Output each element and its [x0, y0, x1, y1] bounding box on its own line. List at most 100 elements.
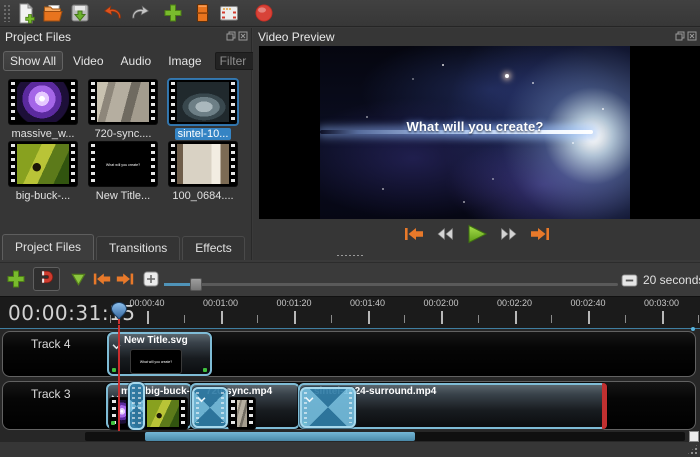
record-circle-icon	[253, 2, 275, 24]
video-overlay-text: What will you create?	[320, 119, 630, 134]
timeline-ruler[interactable]: 00:00:31:15 00:00:4000:01:0000:01:2000:0…	[0, 296, 700, 328]
splitter-handle[interactable]	[336, 254, 364, 257]
project-file-item-selected[interactable]: sintel-10...	[163, 80, 243, 142]
fullscreen-button[interactable]	[216, 1, 241, 26]
clip-thumbnail: What will you create?	[130, 349, 182, 374]
ruler-major-tick	[368, 311, 370, 324]
new-project-button[interactable]	[13, 1, 38, 26]
close-panel-icon[interactable]	[687, 31, 697, 41]
magnet-icon	[38, 269, 56, 290]
choose-profile-button[interactable]	[189, 1, 214, 26]
tab-effects[interactable]: Effects	[182, 236, 244, 260]
float-panel-icon[interactable]	[675, 31, 685, 41]
ruler-time-label: 00:03:00	[632, 298, 692, 308]
center-on-playhead-button[interactable]	[143, 271, 159, 292]
fast-forward-button[interactable]	[499, 226, 519, 245]
resize-grip[interactable]	[686, 443, 699, 456]
ruler-major-tick	[147, 311, 149, 324]
clip-trim-edge[interactable]	[602, 383, 607, 429]
effect-indicator	[111, 421, 115, 425]
center-playhead-icon	[143, 274, 159, 291]
ruler-time-label: 00:01:20	[264, 298, 324, 308]
project-file-item[interactable]: 720-sync....	[83, 80, 163, 142]
previous-marker-button[interactable]	[92, 271, 112, 292]
zoom-slider-handle[interactable]	[190, 278, 202, 291]
project-file-item[interactable]: What will you create? New Title...	[83, 142, 163, 204]
file-label: big-buck-...	[13, 190, 73, 202]
ruler-minor-tick	[404, 315, 405, 323]
add-track-button[interactable]	[5, 268, 27, 295]
play-icon	[465, 224, 489, 247]
project-file-item[interactable]: massive_w...	[3, 80, 83, 142]
video-preview-screen[interactable]: What will you create?	[259, 46, 700, 219]
panel-title: Project Files	[5, 30, 71, 44]
snapping-toggle-button[interactable]	[33, 267, 60, 291]
bright-star	[505, 74, 509, 78]
timeline-tracks-area: Track 4 Track 3 New Title.svg What will …	[0, 328, 700, 442]
ruler-major-tick	[662, 311, 664, 324]
file-label: New Title...	[93, 190, 153, 202]
filter-image-button[interactable]: Image	[161, 51, 208, 71]
transition-sintel[interactable]	[300, 387, 356, 428]
save-icon	[69, 2, 91, 24]
import-files-button[interactable]	[160, 1, 185, 26]
transition-720[interactable]	[192, 387, 228, 428]
rewind-icon	[435, 226, 455, 245]
timeline-hscrollbar[interactable]	[85, 432, 685, 441]
file-thumbnail	[9, 80, 77, 124]
filter-video-button[interactable]: Video	[66, 51, 110, 71]
transition-narrow[interactable]	[128, 382, 145, 430]
ruler-major-tick	[588, 311, 590, 324]
add-marker-button[interactable]	[70, 272, 87, 292]
ruler-major-tick	[441, 311, 443, 324]
jump-to-start-button[interactable]	[403, 226, 425, 245]
zoom-scale-label: 20 seconds	[643, 273, 700, 287]
clip-new-title[interactable]: New Title.svg What will you create?	[107, 332, 212, 376]
video-preview-panel: Video Preview What will you create?	[253, 28, 700, 260]
screen-icon	[218, 2, 240, 24]
jump-to-end-button[interactable]	[529, 226, 551, 245]
file-label: 100_0684....	[169, 190, 236, 202]
project-files-grid: massive_w... 720-sync.... sintel-10... b…	[3, 80, 243, 204]
file-label: sintel-10...	[175, 128, 232, 140]
project-file-item[interactable]: big-buck-...	[3, 142, 83, 204]
ruler-minor-tick	[184, 315, 185, 323]
track-name: Track 4	[31, 337, 71, 351]
project-files-panel: Project Files Show All Video Audio Image…	[0, 28, 252, 260]
ruler-minor-tick	[698, 315, 699, 323]
ruler-time-label: 00:01:00	[191, 298, 251, 308]
zoom-slider[interactable]	[164, 283, 618, 286]
file-thumbnail	[89, 80, 157, 124]
filter-show-all-button[interactable]: Show All	[3, 51, 63, 71]
video-frame: What will you create?	[320, 46, 630, 219]
hscrollbar-thumb[interactable]	[145, 432, 415, 441]
panel-tabs: Project Files Transitions Effects	[0, 236, 247, 260]
scrollbar-corner	[689, 431, 699, 442]
rewind-button[interactable]	[435, 226, 455, 245]
project-file-item[interactable]: 100_0684....	[163, 142, 243, 204]
play-button[interactable]	[465, 224, 489, 247]
chevron-down-icon[interactable]	[197, 390, 206, 408]
effect-indicator	[112, 368, 116, 372]
next-marker-button[interactable]	[115, 271, 135, 292]
tab-project-files[interactable]: Project Files	[2, 234, 94, 260]
tab-transitions[interactable]: Transitions	[96, 236, 180, 260]
playhead-marker[interactable]	[111, 302, 127, 329]
clip-thumbnail	[229, 398, 255, 429]
filter-audio-button[interactable]: Audio	[114, 51, 159, 71]
ruler-scale[interactable]: 00:00:4000:01:0000:01:2000:01:4000:02:00…	[0, 297, 700, 328]
redo-button[interactable]	[127, 1, 152, 26]
undo-button[interactable]	[100, 1, 125, 26]
plus-icon	[162, 2, 184, 24]
open-project-button[interactable]	[40, 1, 65, 26]
status-bar	[0, 442, 700, 457]
previous-marker-icon	[92, 274, 112, 291]
toolbar-drag-handle[interactable]	[3, 4, 11, 22]
save-project-button[interactable]	[67, 1, 92, 26]
close-panel-icon[interactable]	[238, 31, 248, 41]
ruler-minor-tick	[331, 315, 332, 323]
starfield	[320, 46, 322, 48]
export-video-button[interactable]	[251, 1, 276, 26]
float-panel-icon[interactable]	[226, 31, 236, 41]
chevron-down-icon[interactable]	[305, 390, 314, 408]
